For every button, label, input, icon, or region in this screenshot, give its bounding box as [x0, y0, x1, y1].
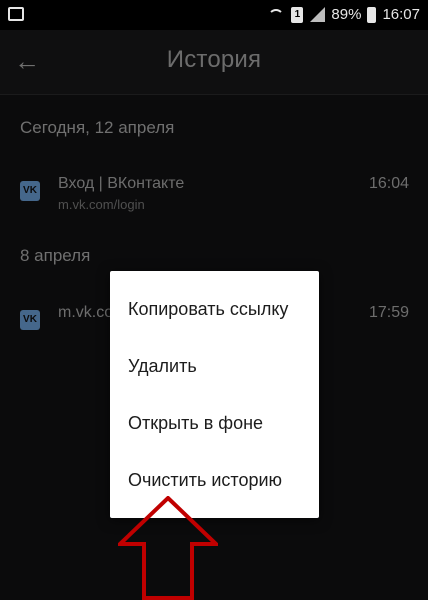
- clock: 16:07: [382, 6, 420, 23]
- vk-icon: VK: [20, 181, 40, 201]
- arrow-up-outline-icon: [118, 496, 218, 600]
- section-header-april-8: 8 апреля: [20, 246, 91, 265]
- history-item-title: m.vk.co: [58, 304, 114, 321]
- toolbar: ← История: [0, 30, 428, 95]
- status-icons: 1 89% 16:07: [267, 6, 420, 23]
- history-item-time: 17:59: [368, 304, 409, 321]
- status-bar: 1 89% 16:07: [0, 0, 428, 30]
- history-item-url: m.vk.com/login: [58, 197, 145, 212]
- history-item[interactable]: VK Вход | ВКонтакте m.vk.com/login 16:04: [0, 175, 428, 219]
- battery-icon: [367, 6, 377, 23]
- battery-percent: 89%: [331, 6, 362, 23]
- vk-icon: VK: [20, 310, 40, 330]
- menu-item-copy-link[interactable]: Копировать ссылку: [110, 281, 319, 338]
- gallery-notification-icon: [8, 7, 24, 21]
- signal-icon: [309, 7, 326, 22]
- sim-icon: 1: [291, 6, 304, 23]
- context-menu: Копировать ссылку Удалить Открыть в фоне…: [110, 271, 319, 518]
- menu-item-open-in-background[interactable]: Открыть в фоне: [110, 395, 319, 452]
- history-item-time: 16:04: [368, 175, 409, 192]
- menu-item-delete[interactable]: Удалить: [110, 338, 319, 395]
- wifi-icon: [267, 8, 285, 22]
- section-header-today: Сегодня, 12 апреля: [20, 118, 175, 137]
- page-title: История: [166, 46, 262, 73]
- history-item-title: Вход | ВКонтакте: [58, 175, 185, 192]
